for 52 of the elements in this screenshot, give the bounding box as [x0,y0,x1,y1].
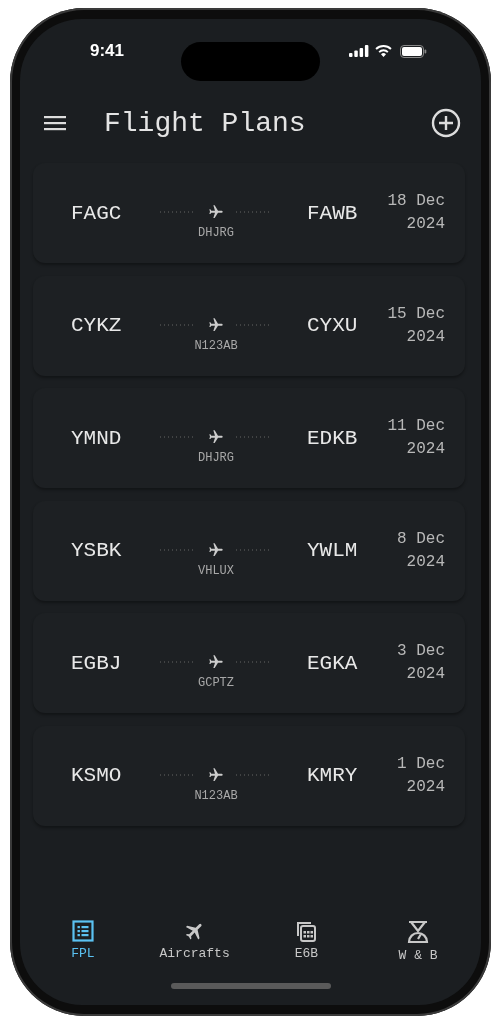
nav-tab[interactable]: FPL [27,920,139,963]
plane-icon [208,766,224,783]
nav-tab[interactable]: E6B [250,920,363,963]
list-icon [71,920,94,942]
flight-card[interactable]: EGBJ GCPTZ EGKA 3 Dec 2024 [33,613,465,713]
add-button[interactable] [431,108,461,138]
flight-card[interactable]: FAGC DHJRG FAWB 18 Dec 2024 [33,163,465,263]
flight-date: 15 Dec 2024 [386,303,445,348]
signal-icon [349,45,369,57]
aircraft-registration: VHLUX [198,563,234,578]
battery-icon [400,44,427,58]
flight-date: 8 Dec 2024 [396,528,445,573]
plane-icon [208,316,224,333]
plane-icon [208,541,224,558]
destination-code: CYXU [306,314,359,337]
aircraft-registration: GCPTZ [198,676,234,690]
add-icon [431,108,461,138]
destination-code: FAWB [306,201,359,225]
aircraft-registration: DHJRG [198,226,234,240]
menu-icon [44,115,66,131]
flight-card[interactable]: KSMO N123AB KMRY 1 Dec 2024 [33,725,465,826]
destination-code: EDKB [306,426,359,450]
aircraft-registration: N123AB [194,338,238,353]
plane-icon [208,654,224,670]
flight-date: 3 Dec 2024 [396,641,445,685]
wifi-icon [375,45,392,57]
nav-tab[interactable]: Aircrafts [138,920,251,963]
destination-code: EGKA [306,651,359,675]
status-time: 9:41 [90,41,125,61]
destination-code: YWLM [306,539,359,562]
aircraft-registration: DHJRG [198,451,234,465]
aircraft-registration: N123AB [194,788,238,803]
flight-card[interactable]: YSBK VHLUX YWLM 8 Dec 2024 [33,500,465,601]
scale-icon [406,920,431,944]
nav-tab[interactable]: W & B [362,920,474,963]
flight-card[interactable]: CYKZ N123AB CYXU 15 Dec 2024 [33,275,465,376]
page-title: Flight Plans [104,107,306,139]
flight-date: 1 Dec 2024 [396,753,445,798]
plane-icon [208,204,224,220]
origin-code: KSMO [71,764,123,787]
origin-code: YSBK [71,539,123,562]
flight-card[interactable]: YMND DHJRG EDKB 11 Dec 2024 [33,388,465,488]
origin-code: EGBJ [71,651,123,675]
plane-icon [208,429,224,445]
origin-code: FAGC [71,201,123,225]
origin-code: YMND [71,426,123,450]
flight-date: 11 Dec 2024 [386,416,445,460]
destination-code: KMRY [306,764,359,787]
calculator-icon [295,920,318,942]
origin-code: CYKZ [71,314,123,337]
flight-date: 18 Dec 2024 [386,191,445,235]
menu-button[interactable] [44,115,66,131]
